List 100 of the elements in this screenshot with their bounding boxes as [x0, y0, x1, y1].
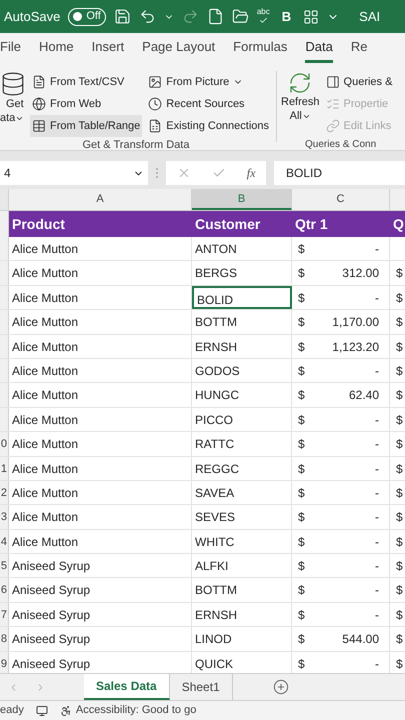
- table-cell[interactable]: HUNGC: [192, 383, 292, 407]
- row-header[interactable]: [0, 358, 9, 382]
- bold-button[interactable]: B: [278, 6, 296, 26]
- ribbon-tab[interactable]: File: [0, 36, 21, 63]
- currency-symbol: $: [298, 460, 305, 478]
- database-icon: [0, 71, 26, 97]
- table-header-cell-text: Product: [11, 215, 66, 234]
- table-cell[interactable]: GODOS: [192, 358, 292, 382]
- table-cell[interactable]: RATTC: [192, 432, 292, 456]
- row-header[interactable]: [0, 383, 9, 407]
- table-cell: Alice Mutton: [9, 408, 192, 432]
- formula-field[interactable]: BOLID: [274, 161, 405, 185]
- command-icon: [148, 75, 162, 89]
- ribbon-tab[interactable]: Insert: [92, 36, 124, 63]
- table-cell: Alice Mutton: [9, 505, 192, 529]
- sheet-view-icon[interactable]: [36, 704, 48, 716]
- currency-symbol: $: [396, 534, 403, 549]
- ribbon-tab[interactable]: Page Layout: [142, 36, 216, 63]
- table-cell[interactable]: ALFKI: [192, 554, 292, 578]
- ribbon-tab[interactable]: Re: [350, 36, 368, 63]
- accessibility-icon: [60, 704, 72, 716]
- row-header[interactable]: [0, 211, 9, 237]
- command-icon: [326, 97, 340, 111]
- form-icon[interactable]: [303, 8, 320, 24]
- currency-symbol: $: [298, 631, 305, 648]
- table-cell[interactable]: PICCO: [192, 408, 292, 432]
- command-icon: [148, 119, 162, 133]
- undo-icon[interactable]: [138, 8, 156, 25]
- currency-symbol: $: [298, 656, 305, 673]
- table-cell[interactable]: ERNSH: [192, 602, 292, 626]
- table-cell[interactable]: ERNSH: [192, 334, 292, 358]
- row-header[interactable]: 5: [0, 554, 9, 578]
- table-cell[interactable]: ANTON: [192, 237, 292, 260]
- get-data-button[interactable]: Get ata: [0, 71, 26, 137]
- refresh-all-button[interactable]: Refresh All: [281, 71, 320, 137]
- command-button[interactable]: Queries &: [324, 71, 394, 93]
- sheet-tab[interactable]: Sales Data: [84, 674, 170, 700]
- column-header[interactable]: B: [192, 189, 292, 210]
- table-cell[interactable]: BERGS: [192, 261, 292, 285]
- row-header[interactable]: [0, 237, 9, 260]
- currency-symbol: $: [396, 364, 403, 378]
- row-header[interactable]: 0: [0, 432, 9, 456]
- save-icon[interactable]: [114, 8, 131, 25]
- ribbon-tab[interactable]: Formulas: [233, 36, 288, 63]
- new-file-icon[interactable]: [206, 8, 224, 25]
- row-header[interactable]: [0, 261, 9, 285]
- accessibility-status[interactable]: Accessibility: Good to go: [76, 702, 196, 719]
- row-header[interactable]: 3: [0, 505, 9, 529]
- spelling-button[interactable]: abc: [256, 8, 270, 25]
- command-button[interactable]: From Text/CSV: [30, 71, 142, 93]
- select-all-corner[interactable]: [0, 189, 9, 210]
- currency-symbol: $: [396, 583, 403, 598]
- table-cell[interactable]: WHITC: [192, 530, 292, 554]
- currency-symbol: $: [298, 412, 305, 429]
- row-header[interactable]: 2: [0, 480, 9, 504]
- table-cell: Alice Mutton: [9, 358, 192, 382]
- table-cell[interactable]: LINOD: [192, 627, 292, 651]
- row-header[interactable]: 4: [0, 530, 9, 554]
- currency-symbol: $: [396, 559, 403, 574]
- row-header[interactable]: [0, 334, 9, 358]
- row-header[interactable]: [0, 310, 9, 334]
- ribbon-tab[interactable]: Home: [38, 36, 74, 63]
- currency-symbol: $: [396, 290, 403, 305]
- name-box[interactable]: 4: [0, 161, 148, 185]
- command-icon: [32, 97, 46, 111]
- currency-symbol: $: [298, 436, 305, 454]
- command-icon: [32, 119, 46, 133]
- command-icon: [148, 97, 162, 111]
- table-cell[interactable]: BOTTM: [192, 310, 292, 334]
- table-cell[interactable]: BOLID: [192, 286, 292, 310]
- table-cell[interactable]: SAVEA: [192, 480, 292, 504]
- row-header[interactable]: 9: [0, 652, 9, 673]
- table-cell[interactable]: REGGC: [192, 456, 292, 480]
- row-header[interactable]: 6: [0, 578, 9, 602]
- table-cell-text: -: [375, 534, 380, 551]
- add-sheet-icon[interactable]: [272, 679, 289, 695]
- command-button[interactable]: Existing Connections: [146, 115, 272, 137]
- autosave-toggle[interactable]: Off: [68, 8, 106, 26]
- insert-function-button[interactable]: fx: [246, 164, 256, 182]
- command-button[interactable]: Recent Sources: [146, 93, 272, 115]
- row-header[interactable]: [0, 408, 9, 432]
- row-header[interactable]: [0, 286, 9, 310]
- column-header[interactable]: C: [292, 189, 390, 210]
- table-cell-text: -: [375, 606, 380, 624]
- currency-symbol: $: [396, 510, 403, 524]
- table-cell[interactable]: BOTTM: [192, 578, 292, 602]
- open-folder-icon[interactable]: [232, 8, 249, 25]
- autosave-label: AutoSave: [4, 8, 60, 26]
- command-button[interactable]: From Table/Range: [30, 115, 142, 137]
- currency-symbol: $: [298, 606, 305, 624]
- row-header[interactable]: 7: [0, 602, 9, 626]
- command-button[interactable]: From Web: [30, 93, 142, 115]
- currency-symbol: $: [396, 437, 403, 452]
- table-cell[interactable]: SEVES: [192, 505, 292, 529]
- row-header[interactable]: 1: [0, 456, 9, 480]
- command-button[interactable]: From Picture: [146, 71, 272, 93]
- table-cell-text: -: [375, 460, 380, 478]
- table-cell-text: -: [375, 290, 380, 307]
- table-cell-text: -: [375, 241, 380, 258]
- row-header[interactable]: 8: [0, 627, 9, 651]
